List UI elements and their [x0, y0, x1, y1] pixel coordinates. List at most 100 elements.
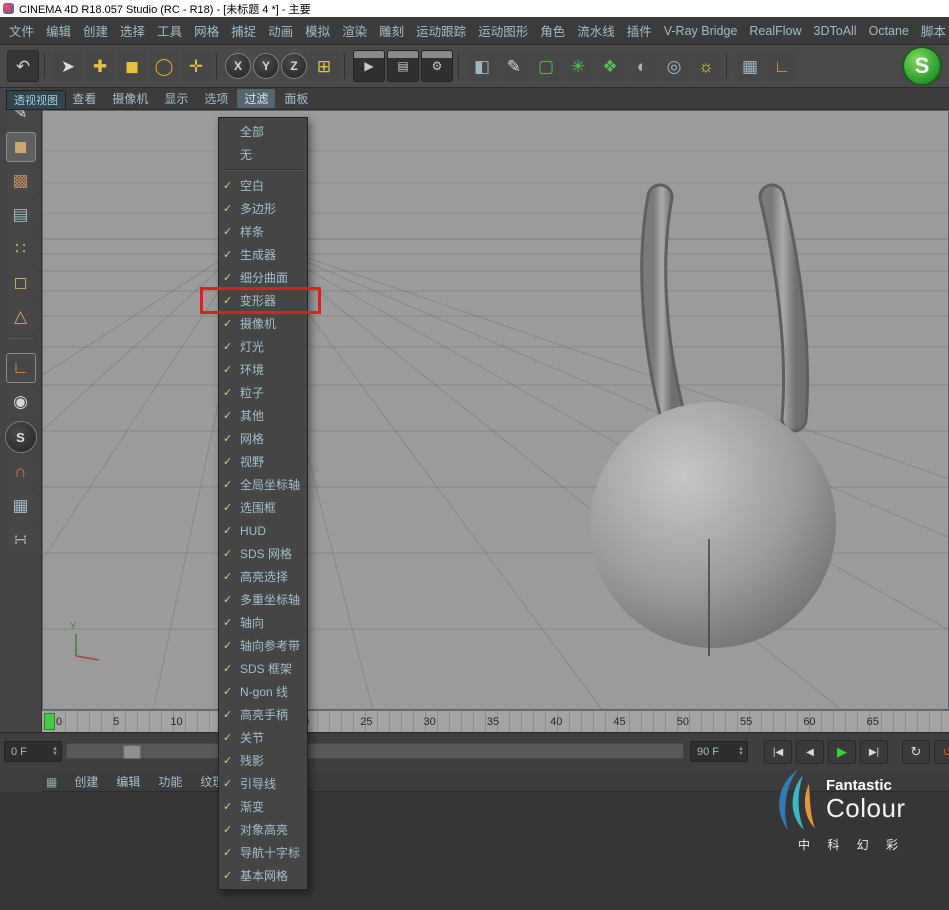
render-view-button[interactable]: ▶ [353, 50, 385, 82]
filter-menu-item[interactable]: ✓ HUD [219, 519, 307, 542]
filter-menu-item[interactable]: ✓ SDS 网格 [219, 542, 307, 565]
workplane-mode-button[interactable]: ▤ [6, 200, 36, 230]
filter-menu-item[interactable]: ✓ 对象高亮 [219, 818, 307, 841]
c4d-logo-button[interactable]: S [902, 46, 942, 86]
filter-menu-item[interactable]: ✓ 细分曲面 [219, 266, 307, 289]
menu-bar-item[interactable]: 渲染 [337, 21, 372, 40]
filter-menu-item[interactable]: ✓ 全局坐标轴 [219, 473, 307, 496]
filter-menu-item[interactable]: ✓ 生成器 [219, 243, 307, 266]
menu-bar-item[interactable]: 雕刻 [374, 21, 409, 40]
enable-axis-button[interactable]: ∟ [6, 353, 36, 383]
render-picture-viewer-button[interactable]: ▤ [387, 50, 419, 82]
filter-menu-item[interactable]: ✓ 关节 [219, 726, 307, 749]
filter-menu-item[interactable]: ✓ 高亮手柄 [219, 703, 307, 726]
sphere-object[interactable] [590, 402, 836, 648]
camera-menu-button[interactable]: ◎ [659, 51, 689, 81]
viewport-menu-item[interactable]: 显示 [157, 89, 195, 108]
viewport-menu-item[interactable]: 面板 [277, 89, 315, 108]
menu-bar-item[interactable]: 3DToAll [809, 24, 862, 38]
menu-bar-item[interactable]: 插件 [622, 21, 657, 40]
menu-bar-item[interactable]: RealFlow [744, 24, 806, 38]
filter-menu-item[interactable]: ✓ 轴向 [219, 611, 307, 634]
stepper-arrows[interactable]: ▲ ▼ [738, 747, 744, 757]
filter-menu-item[interactable]: ✓ 多边形 [219, 197, 307, 220]
filter-menu-item[interactable]: ✓ 基本网格 [219, 864, 307, 887]
step-down-icon[interactable]: ▼ [738, 752, 744, 757]
viewport-label[interactable]: 透视视图 [6, 90, 66, 110]
menu-bar-item[interactable]: 动画 [263, 21, 298, 40]
filter-menu-item[interactable]: ✓ 渐变 [219, 795, 307, 818]
range-slider-handle[interactable] [123, 745, 141, 759]
frame-end-field[interactable]: 90 F ▲ ▼ [690, 741, 748, 762]
lock-y-axis-button[interactable]: Y [253, 53, 279, 79]
filter-menu-item[interactable]: 无 [219, 143, 307, 166]
next-frame-button[interactable]: ▶| [860, 740, 888, 764]
filter-menu-item[interactable]: ✓ 灯光 [219, 335, 307, 358]
lock-z-axis-button[interactable]: Z [281, 53, 307, 79]
cycle-button[interactable]: ↺ [934, 740, 949, 764]
filter-menu-item[interactable]: ✓ 导航十字标 [219, 841, 307, 864]
preview-range-slider[interactable] [66, 743, 684, 759]
filter-menu-item[interactable]: 全部 [219, 120, 307, 143]
frame-start-field[interactable]: 0 F ▲ ▼ [4, 741, 62, 762]
filter-menu-item[interactable]: ✓ 残影 [219, 749, 307, 772]
filter-menu-item[interactable]: ✓ 粒子 [219, 381, 307, 404]
prev-frame-button[interactable]: ◀ [796, 740, 824, 764]
lock-x-axis-button[interactable]: X [225, 53, 251, 79]
menu-bar-item[interactable]: 网格 [189, 21, 224, 40]
scale-tool[interactable]: ◼ [117, 51, 147, 81]
subdivision-surface-menu-button[interactable]: ▢ [531, 51, 561, 81]
stepper-arrows[interactable]: ▲ ▼ [52, 747, 58, 757]
filter-menu-item[interactable]: ✓ 视野 [219, 450, 307, 473]
add-cube-menu-button[interactable]: ◧ [467, 51, 497, 81]
material-menu-item[interactable]: 功能 [151, 772, 189, 791]
filter-menu-item[interactable]: ✓ 其他 [219, 404, 307, 427]
filter-menu-item[interactable]: ✓ SDS 框架 [219, 657, 307, 680]
play-button[interactable]: ▶ [828, 740, 856, 764]
viewport-menu-item[interactable]: 摄像机 [105, 89, 155, 108]
workplane-lock-button[interactable]: ▦ [6, 491, 36, 521]
filter-menu-item[interactable]: ✓ 多重坐标轴 [219, 588, 307, 611]
menu-bar-item[interactable]: 捕捉 [226, 21, 261, 40]
menu-bar-item[interactable]: 运动跟踪 [411, 21, 471, 40]
menu-bar-item[interactable]: 文件 [4, 21, 39, 40]
viewport-menu-item[interactable]: 选项 [197, 89, 235, 108]
axis-toggle-button[interactable]: ∟ [767, 51, 797, 81]
loop-button[interactable]: ↻ [902, 740, 930, 764]
filter-menu-item[interactable]: ✓ 选围框 [219, 496, 307, 519]
menu-bar-item[interactable]: 运动图形 [473, 21, 533, 40]
timeline-ruler[interactable]: 05101520253035404550556065 [42, 710, 949, 732]
filter-menu-item[interactable]: ✓ 摄像机 [219, 312, 307, 335]
array-menu-button[interactable]: ✳ [563, 51, 593, 81]
mograph-menu-button[interactable]: ❖ [595, 51, 625, 81]
texture-mode-button[interactable]: ▩ [6, 166, 36, 196]
filter-menu-item[interactable]: ✓ 轴向参考带 [219, 634, 307, 657]
material-menu-item[interactable]: 编辑 [109, 772, 147, 791]
viewport-solo-button[interactable]: ◉ [6, 387, 36, 417]
rotate-tool[interactable]: ◯ [149, 51, 179, 81]
render-settings-button[interactable]: ⚙ [421, 50, 453, 82]
move-tool[interactable]: ✚ [85, 51, 115, 81]
viewport-3d-view[interactable]: Y [42, 110, 949, 710]
menu-bar-item[interactable]: 选择 [115, 21, 150, 40]
filter-menu-item[interactable]: ✓ 环境 [219, 358, 307, 381]
menu-bar-item[interactable]: 角色 [535, 21, 570, 40]
bunny-ears-object[interactable] [654, 197, 796, 419]
goto-start-button[interactable]: |◀ [764, 740, 792, 764]
filter-menu-item[interactable]: ✓ 高亮选择 [219, 565, 307, 588]
filter-menu-item[interactable]: ✓ 样条 [219, 220, 307, 243]
undo-button[interactable]: ↶ [7, 50, 39, 82]
light-menu-button[interactable]: ☼ [691, 51, 721, 81]
menu-bar-item[interactable]: 创建 [78, 21, 113, 40]
filter-menu-item[interactable]: ✓ 网格 [219, 427, 307, 450]
menu-bar-item[interactable]: V-Ray Bridge [659, 24, 743, 38]
menu-bar-item[interactable]: 模拟 [300, 21, 335, 40]
spline-pen-menu-button[interactable]: ✎ [499, 51, 529, 81]
menu-bar-item[interactable]: Octane [864, 24, 914, 38]
coordinate-system-button[interactable]: ⊞ [309, 51, 339, 81]
material-menu-item[interactable]: 创建 [67, 772, 105, 791]
edges-mode-button[interactable]: ◻ [6, 268, 36, 298]
viewport-menu-item[interactable]: 查看 [65, 89, 103, 108]
filter-menu-item[interactable]: ✓ 变形器 [219, 289, 307, 312]
filter-menu-item[interactable]: ✓ N-gon 线 [219, 680, 307, 703]
